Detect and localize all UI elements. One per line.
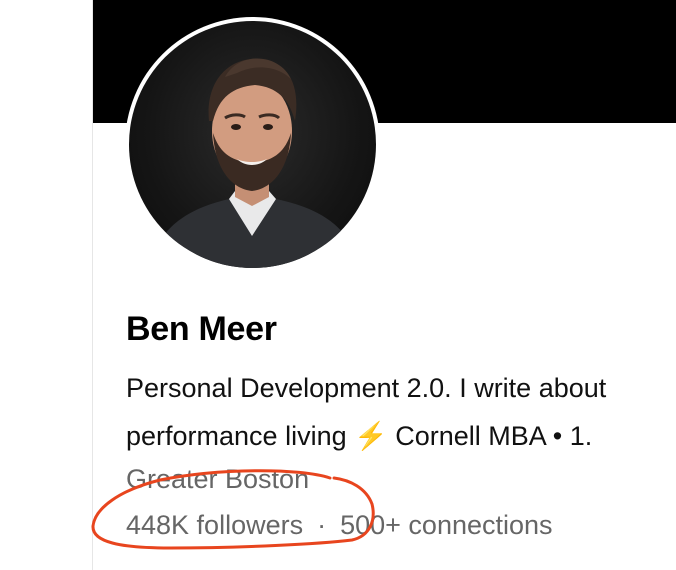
followers-link[interactable]: 448K followers [126,510,303,540]
headline-line-2-text: performance living [126,421,355,451]
headline-line-2: performance living ⚡ Cornell MBA • 1. [126,412,676,460]
profile-name: Ben Meer [126,310,277,348]
headline-line-1: Personal Development 2.0. I write about [126,373,607,403]
profile-headline: Personal Development 2.0. I write about … [126,364,676,460]
profile-card: Ben Meer Personal Development 2.0. I wri… [93,0,676,570]
profile-photo-illustration [149,58,359,268]
network-stats: 448K followers · 500+ connections [126,510,553,541]
separator-dot: · [317,510,327,540]
connections-link[interactable]: 500+ connections [340,510,552,540]
profile-photo [129,21,376,268]
avatar[interactable] [125,17,380,272]
headline-line-2-text-rest: Cornell MBA • 1. [387,421,593,451]
left-gutter [0,0,92,570]
lightning-icon: ⚡ [354,421,388,451]
profile-location: Greater Boston [126,464,310,494]
